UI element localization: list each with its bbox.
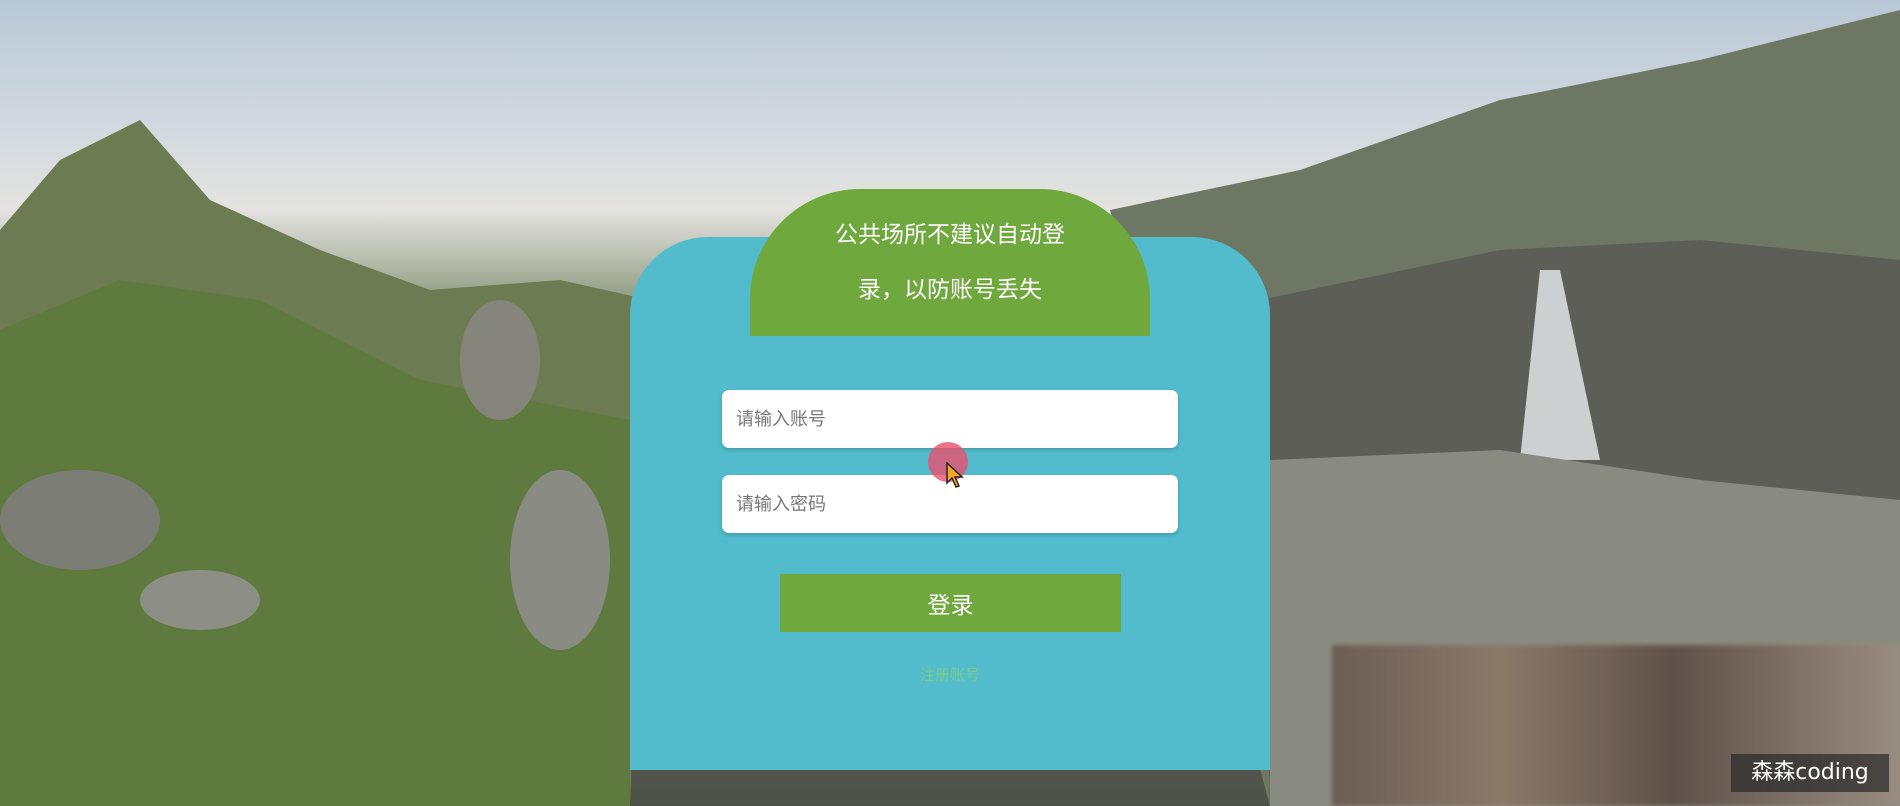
notice-text: 公共场所不建议自动登录，以防账号丢失 [835,221,1065,303]
notice-banner: 公共场所不建议自动登录，以防账号丢失 [750,189,1150,336]
account-input[interactable] [722,390,1178,448]
register-link[interactable]: 注册账号 [880,664,1020,685]
mouse-pointer-icon [946,462,964,488]
channel-watermark: 森森coding [1731,754,1889,792]
login-button[interactable]: 登录 [780,574,1121,632]
